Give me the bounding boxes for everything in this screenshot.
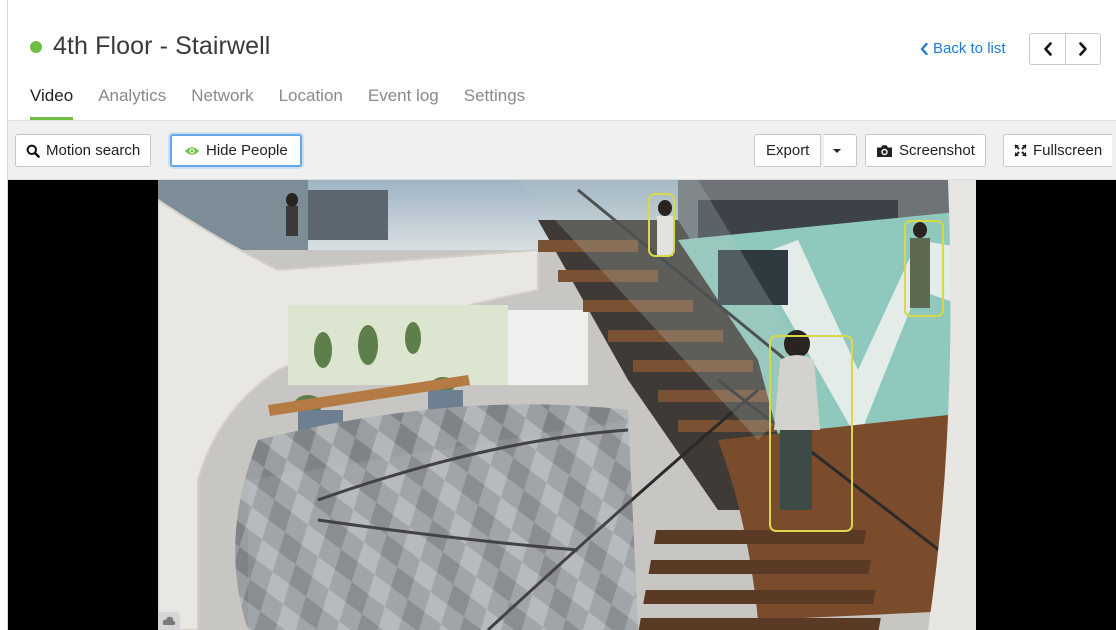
video-player[interactable] — [8, 180, 1116, 630]
search-icon — [26, 144, 40, 158]
camera-tabs: Video Analytics Network Location Event l… — [30, 86, 550, 120]
online-status-dot — [30, 40, 42, 53]
export-button[interactable]: Export — [754, 134, 822, 167]
screenshot-button[interactable]: Screenshot — [865, 134, 986, 167]
fullscreen-button[interactable]: Fullscreen — [1003, 134, 1113, 167]
tab-analytics[interactable]: Analytics — [98, 86, 166, 120]
chevron-left-icon — [920, 42, 928, 55]
cloud-icon — [158, 612, 180, 630]
fullscreen-label: Fullscreen — [1033, 142, 1103, 159]
video-toolbar: Motion search Hide People Export Screens… — [8, 120, 1116, 180]
hide-people-button[interactable]: Hide People — [170, 134, 302, 167]
camera-feed-image — [158, 180, 976, 630]
tab-location[interactable]: Location — [279, 86, 343, 120]
screenshot-label: Screenshot — [899, 142, 975, 159]
export-label: Export — [766, 142, 810, 159]
hide-people-label: Hide People — [206, 142, 288, 159]
chevron-right-icon — [1079, 42, 1087, 56]
previous-camera-button[interactable] — [1030, 34, 1065, 64]
person-detection-box — [904, 220, 944, 317]
chevron-left-icon — [1043, 42, 1052, 56]
person-detection-box — [648, 193, 675, 257]
expand-icon — [1014, 144, 1027, 157]
tab-settings[interactable]: Settings — [464, 86, 525, 120]
next-camera-button[interactable] — [1065, 34, 1100, 64]
camera-icon — [877, 144, 892, 157]
camera-header: 4th Floor - Stairwell Back to list Video… — [8, 0, 1116, 120]
export-dropdown-toggle[interactable] — [824, 134, 857, 167]
caret-down-icon — [833, 148, 841, 153]
tab-network[interactable]: Network — [191, 86, 253, 120]
title-row: 4th Floor - Stairwell — [30, 32, 270, 61]
motion-search-button[interactable]: Motion search — [15, 134, 152, 167]
person-detection-box — [769, 335, 853, 532]
tab-video[interactable]: Video — [30, 86, 74, 120]
eye-icon — [185, 146, 199, 155]
camera-feed[interactable] — [158, 180, 976, 630]
motion-search-label: Motion search — [46, 142, 141, 159]
back-to-list-link[interactable]: Back to list — [920, 40, 1006, 57]
page-title: 4th Floor - Stairwell — [53, 32, 271, 60]
camera-pager — [1029, 33, 1101, 65]
tab-event-log[interactable]: Event log — [368, 86, 439, 120]
back-to-list-label: Back to list — [933, 40, 1006, 57]
